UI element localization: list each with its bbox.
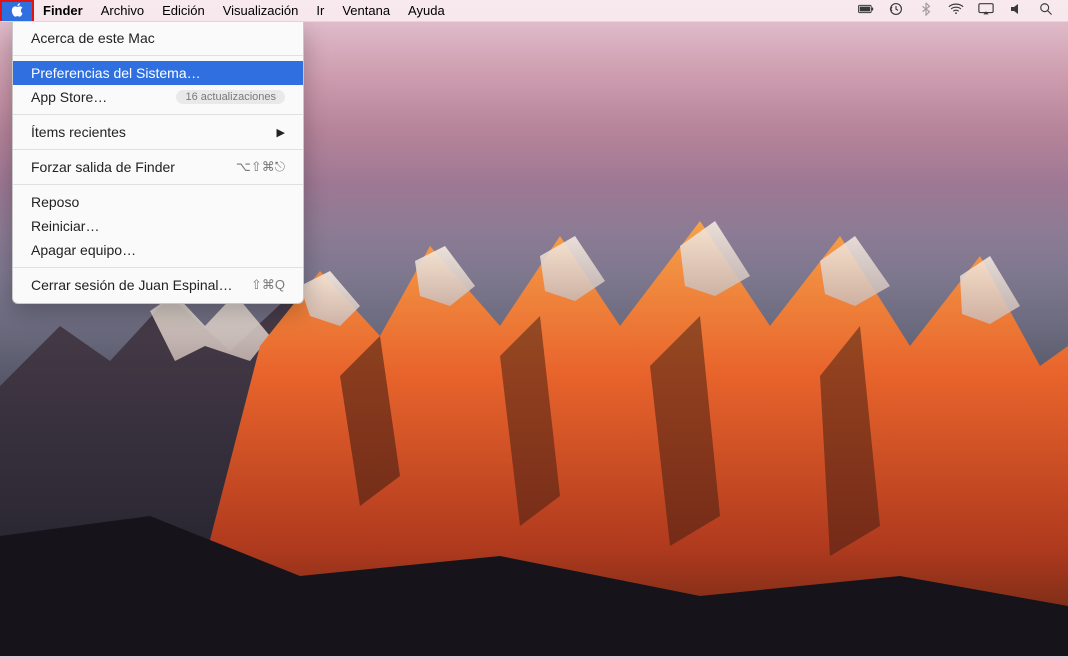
menu-item-label: Apagar equipo… [31,242,136,258]
menu-recent-items[interactable]: Ítems recientes ▶ [13,120,303,144]
menu-bar-right [858,2,1060,19]
bluetooth-icon[interactable] [918,2,934,19]
menu-item-label: Preferencias del Sistema… [31,65,201,81]
volume-icon[interactable] [1008,2,1024,19]
menu-shutdown[interactable]: Apagar equipo… [13,238,303,262]
apple-icon [10,3,24,20]
menu-ir[interactable]: Ir [307,0,333,21]
menu-app-name[interactable]: Finder [34,0,92,21]
time-machine-icon[interactable] [888,2,904,19]
menu-visualizacion[interactable]: Visualización [214,0,308,21]
menu-item-label: App Store… [31,89,107,105]
menu-separator [13,184,303,185]
menu-item-label: Acerca de este Mac [31,30,155,46]
menu-archivo[interactable]: Archivo [92,0,153,21]
menu-item-label: Ítems recientes [31,124,126,140]
battery-icon[interactable] [858,2,874,19]
menu-edicion[interactable]: Edición [153,0,214,21]
menu-restart[interactable]: Reiniciar… [13,214,303,238]
apple-menu-dropdown: Acerca de este Mac Preferencias del Sist… [12,22,304,304]
menu-separator [13,55,303,56]
menu-system-preferences[interactable]: Preferencias del Sistema… [13,61,303,85]
menu-ventana[interactable]: Ventana [333,0,399,21]
menu-sleep[interactable]: Reposo [13,190,303,214]
menu-logout[interactable]: Cerrar sesión de Juan Espinal… ⇧⌘Q [13,273,303,297]
menu-force-quit[interactable]: Forzar salida de Finder ⌥⇧⌘⎋ [13,155,303,179]
keyboard-shortcut: ⌥⇧⌘⎋ [236,159,285,175]
menu-separator [13,114,303,115]
menu-item-label: Reposo [31,194,79,210]
wifi-icon[interactable] [948,2,964,19]
menu-about-mac[interactable]: Acerca de este Mac [13,26,303,50]
submenu-arrow-icon: ▶ [277,126,285,139]
menu-ayuda[interactable]: Ayuda [399,0,454,21]
spotlight-icon[interactable] [1038,2,1054,19]
menu-bar: Finder Archivo Edición Visualización Ir … [0,0,1068,22]
menu-bar-left: Finder Archivo Edición Visualización Ir … [0,0,454,21]
menu-separator [13,267,303,268]
menu-app-store[interactable]: App Store… 16 actualizaciones [13,85,303,109]
keyboard-shortcut: ⇧⌘Q [251,277,285,293]
menu-item-label: Forzar salida de Finder [31,159,175,175]
menu-separator [13,149,303,150]
menu-item-label: Reiniciar… [31,218,99,234]
menu-item-label: Cerrar sesión de Juan Espinal… [31,277,233,293]
airplay-icon[interactable] [978,2,994,19]
update-count-badge: 16 actualizaciones [176,90,285,104]
apple-menu-button[interactable] [0,0,34,21]
